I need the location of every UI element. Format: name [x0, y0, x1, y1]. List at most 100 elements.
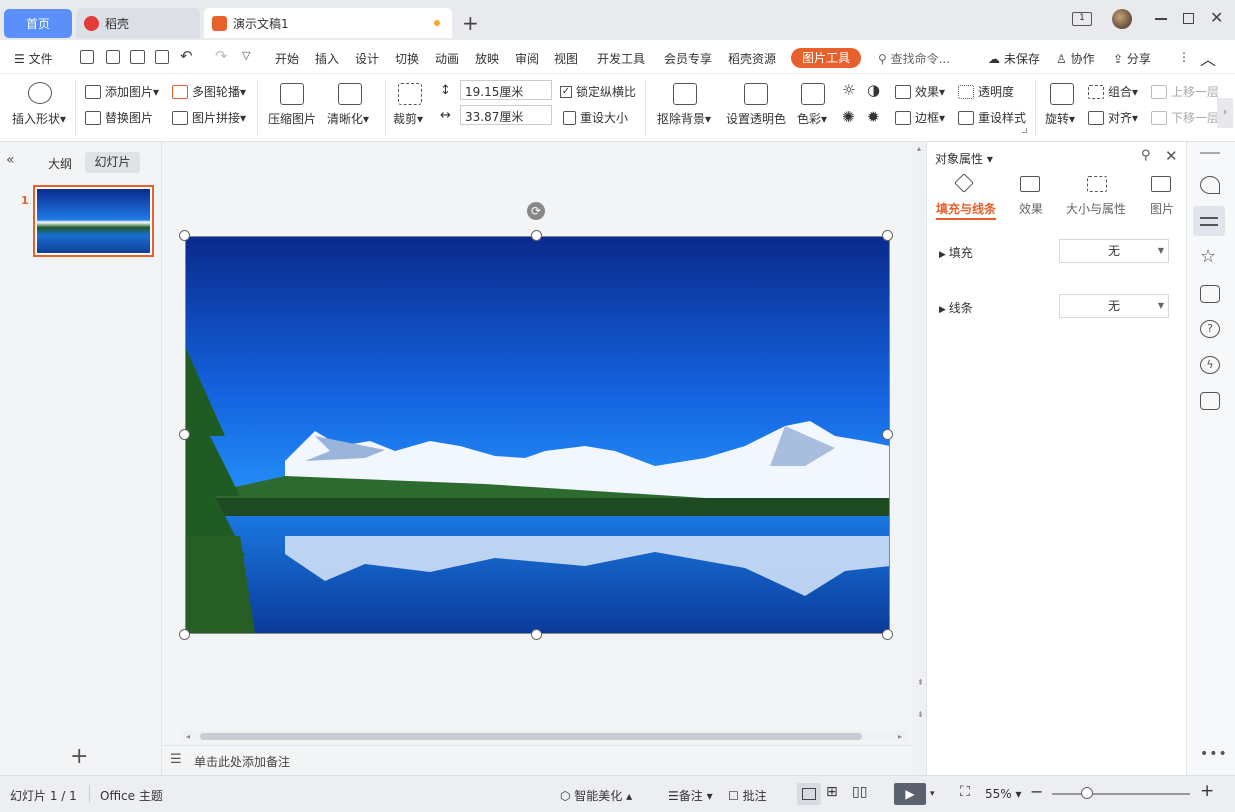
insert-shape-button[interactable]: 插入形状 ▾ [12, 110, 66, 127]
brightness-down-icon[interactable]: ✺ [842, 108, 855, 126]
resize-handle-nw[interactable] [179, 230, 190, 241]
dialog-launcher-icon[interactable] [1022, 128, 1027, 133]
group-button[interactable]: 组合 ▾ [1088, 83, 1138, 100]
template-icon[interactable] [1200, 392, 1220, 410]
resize-handle-w[interactable] [179, 429, 190, 440]
zoom-out-button[interactable]: − [1030, 782, 1043, 801]
undo-icon[interactable]: ↶ [180, 47, 193, 65]
fit-window-icon[interactable]: ⛶ [960, 784, 970, 800]
lock-ratio-checkbox[interactable]: ✓ 锁定纵横比 [560, 83, 636, 100]
multi-carousel-button[interactable]: 多图轮播 ▾ [172, 83, 246, 100]
more-quick-icon[interactable]: ▽ [242, 49, 250, 62]
contrast-down-icon[interactable]: ✹ [867, 108, 880, 126]
more-menu-icon[interactable]: ⋮ [1178, 50, 1190, 64]
properties-toggle-button[interactable] [1193, 206, 1225, 236]
transparency-button[interactable]: 透明度 [958, 83, 1014, 100]
unsaved-status[interactable]: ☁ 未保存 [988, 50, 1040, 67]
rotate-handle-icon[interactable]: ⟳ [527, 202, 545, 220]
menu-insert[interactable]: 插入 [315, 50, 339, 67]
resize-handle-e[interactable] [882, 429, 893, 440]
scroll-right-icon[interactable]: ▸ [898, 732, 902, 741]
menu-slideshow[interactable]: 放映 [475, 50, 499, 67]
line-select[interactable]: 无 ▼ [1059, 294, 1169, 318]
align-button[interactable]: 对齐 ▾ [1088, 109, 1138, 126]
normal-view-button[interactable] [797, 783, 821, 805]
help-icon[interactable]: ? [1200, 320, 1220, 338]
zoom-slider[interactable] [1052, 793, 1190, 795]
menu-design[interactable]: 设计 [355, 50, 379, 67]
command-search[interactable]: ⚲ 查找命令... [878, 50, 950, 67]
tab-home[interactable]: 首页 [4, 9, 72, 38]
remove-background-button[interactable]: 抠除背景 ▾ [657, 110, 711, 127]
tab-size-properties[interactable]: 大小与属性 [1060, 200, 1132, 217]
send-backward-button[interactable]: 下移一层 [1151, 109, 1219, 126]
tab-slides[interactable]: 幻灯片 [85, 152, 140, 173]
effects-button[interactable]: 效果 ▾ [895, 83, 945, 100]
scroll-up-icon[interactable]: ▴ [917, 144, 921, 153]
width-input[interactable]: 33.87厘米 [460, 105, 552, 125]
panel-title[interactable]: 对象属性 ▾ [935, 150, 993, 167]
menu-developer[interactable]: 开发工具 [597, 50, 645, 67]
add-slide-button[interactable]: + [70, 744, 88, 769]
tab-effects[interactable]: 效果 [996, 200, 1066, 217]
comment-button[interactable]: ☐ 批注 [728, 787, 767, 804]
resize-handle-ne[interactable] [882, 230, 893, 241]
notes-toggle-button[interactable]: ☰备注 ▾ [668, 787, 713, 804]
rocket-icon[interactable] [1200, 176, 1220, 194]
scroll-page-up-icon[interactable]: ⇞ [917, 678, 924, 687]
comment-icon[interactable] [1200, 285, 1220, 303]
export-pdf-icon[interactable] [106, 50, 120, 64]
collapse-pane-icon[interactable]: « [6, 152, 15, 168]
contrast-icon[interactable]: ◑ [867, 81, 880, 99]
fill-select[interactable]: 无 ▼ [1059, 239, 1169, 263]
menu-review[interactable]: 审阅 [515, 50, 539, 67]
theme-name[interactable]: Office 主题 [100, 787, 163, 804]
print-icon[interactable] [130, 50, 145, 64]
clarify-button[interactable]: 清晰化 ▾ [327, 110, 369, 127]
bring-forward-button[interactable]: 上移一层 [1151, 83, 1219, 100]
new-tab-button[interactable]: + [462, 11, 479, 35]
resize-handle-s[interactable] [531, 629, 542, 640]
tab-fill-line[interactable]: 填充与线条 [931, 200, 1001, 217]
border-button[interactable]: 边框 ▾ [895, 109, 945, 126]
color-button[interactable]: 色彩 ▾ [797, 110, 827, 127]
print-preview-icon[interactable] [155, 50, 169, 64]
zoom-slider-thumb[interactable] [1081, 787, 1093, 799]
pin-icon[interactable]: ⚲ [1141, 148, 1151, 163]
maximize-button[interactable] [1183, 13, 1194, 24]
smart-beautify-button[interactable]: ⬡ 智能美化 ▴ [560, 787, 632, 804]
replace-picture-button[interactable]: 替换图片 [85, 109, 153, 126]
compress-button[interactable]: 压缩图片 [268, 110, 316, 127]
menu-daoke-resources[interactable]: 稻壳资源 [728, 50, 776, 67]
menu-picture-tools[interactable]: 图片工具 [791, 48, 861, 68]
vertical-scrollbar[interactable]: ▴ ⇞ ⇟ [912, 142, 926, 775]
scroll-page-down-icon[interactable]: ⇟ [917, 710, 924, 719]
play-slideshow-button[interactable]: ▶ [894, 783, 926, 805]
notes-placeholder[interactable]: 单击此处添加备注 [194, 753, 290, 770]
horizontal-scroll-thumb[interactable] [200, 733, 862, 740]
more-options-icon[interactable]: ••• [1200, 746, 1228, 762]
tab-outline[interactable]: 大纲 [48, 155, 72, 172]
ribbon-scroll-right-icon[interactable]: › [1217, 98, 1233, 128]
menu-transition[interactable]: 切换 [395, 50, 419, 67]
file-menu[interactable]: ☰ 文件 [14, 50, 53, 67]
share-button[interactable]: ⇪ 分享 [1113, 50, 1151, 67]
zoom-level[interactable]: 55% ▾ [985, 787, 1022, 801]
zoom-in-button[interactable]: + [1200, 781, 1214, 801]
set-transparent-button[interactable]: 设置透明色 [726, 110, 786, 127]
picture-stitch-button[interactable]: 图片拼接 ▾ [172, 109, 246, 126]
height-input[interactable]: 19.15厘米 [460, 80, 552, 100]
reset-style-button[interactable]: 重设样式 [958, 109, 1026, 126]
slide-sorter-icon[interactable]: ⊞ [826, 784, 838, 800]
lightning-icon[interactable]: ϟ [1200, 356, 1220, 374]
slide-canvas[interactable]: ⟳ ◂ ▸ [162, 142, 912, 745]
star-icon[interactable]: ☆ [1200, 246, 1216, 267]
avatar[interactable] [1112, 9, 1132, 29]
add-picture-button[interactable]: 添加图片 ▾ [85, 83, 159, 100]
play-options-icon[interactable]: ▾ [930, 789, 935, 799]
window-count-icon[interactable]: 1 [1072, 12, 1092, 26]
menu-view[interactable]: 视图 [554, 50, 578, 67]
resize-handle-sw[interactable] [179, 629, 190, 640]
horizontal-scrollbar[interactable]: ◂ ▸ [182, 731, 907, 741]
tab-document[interactable]: 演示文稿1 [204, 8, 452, 38]
